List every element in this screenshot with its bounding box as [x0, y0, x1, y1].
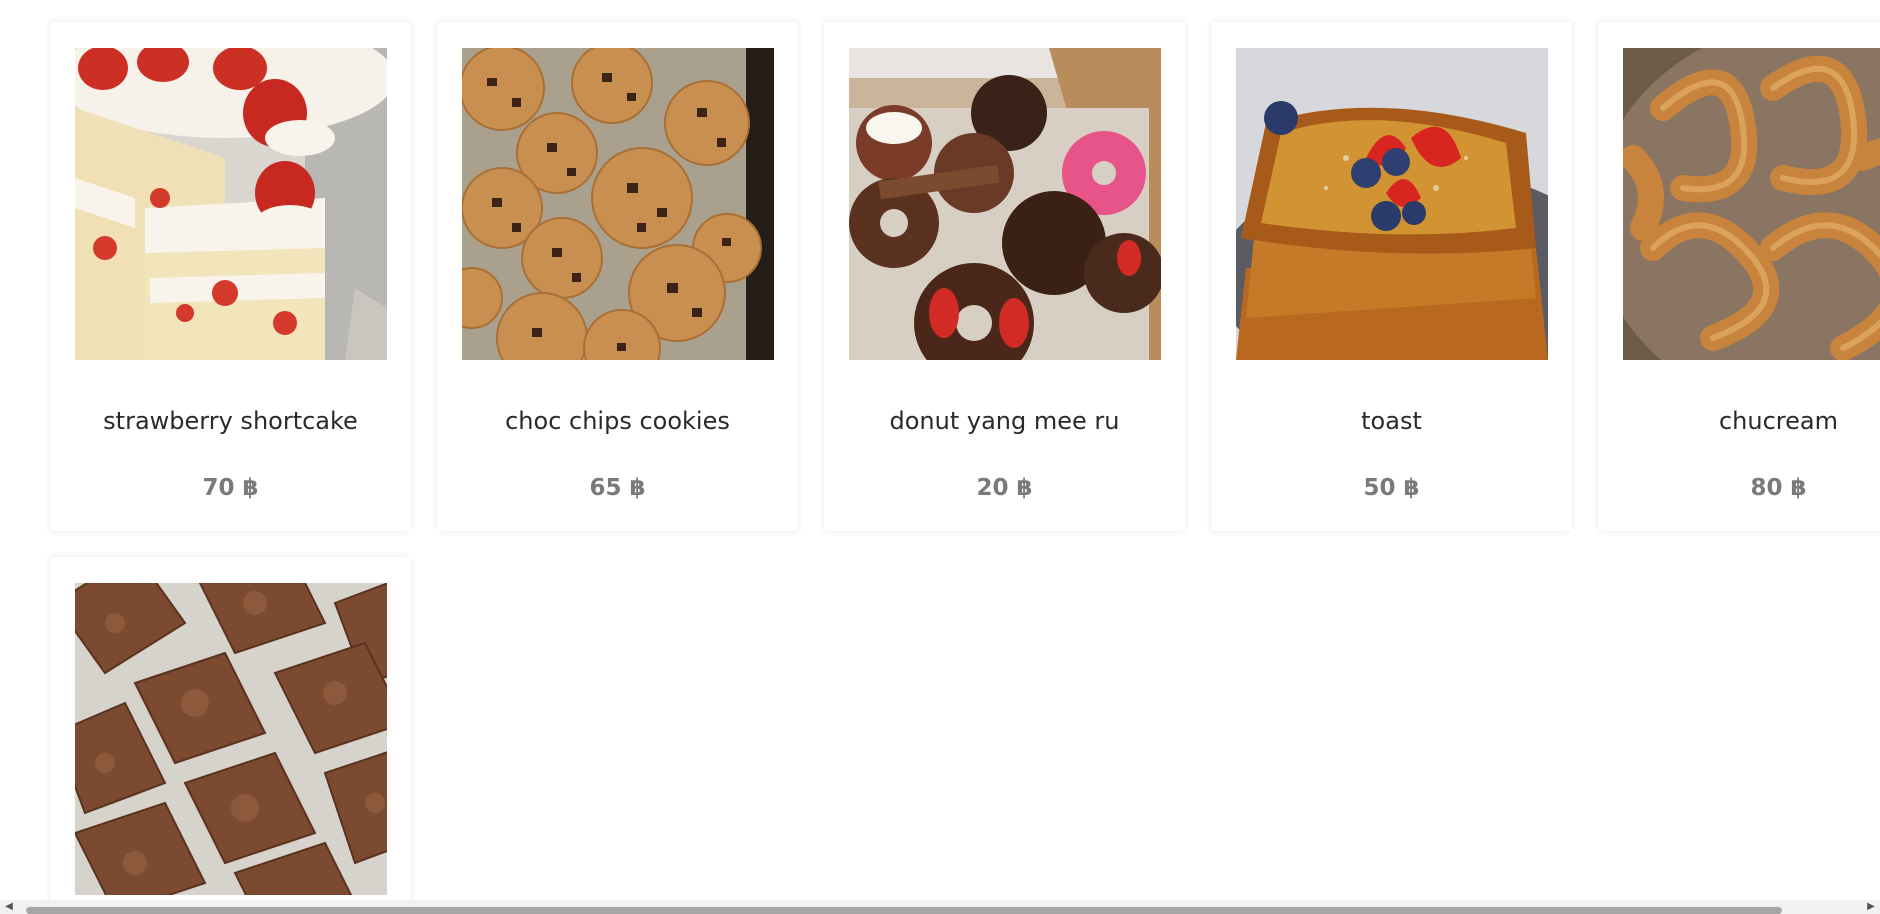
product-image[interactable] — [75, 48, 387, 360]
product-name: donut yang mee ru — [889, 407, 1120, 435]
product-price: 50 ฿ — [1363, 475, 1420, 501]
strawberry-shortcake-photo — [75, 48, 387, 360]
product-price: 80 ฿ — [1750, 475, 1807, 501]
product-card[interactable]: strawberry shortcake 70 ฿ — [50, 22, 411, 531]
product-name: chucream — [1718, 407, 1838, 435]
product-image[interactable] — [75, 583, 387, 895]
product-image[interactable] — [1623, 48, 1880, 360]
product-card[interactable]: chucream 80 ฿ — [1598, 22, 1880, 531]
product-card[interactable]: toast 50 ฿ — [1211, 22, 1572, 531]
scrollbar-thumb[interactable] — [26, 907, 1782, 914]
churros-photo — [1623, 48, 1880, 360]
french-toast-photo — [1236, 48, 1548, 360]
product-price: 20 ฿ — [976, 475, 1033, 501]
scroll-left-arrow-icon[interactable]: ◀ — [2, 902, 16, 912]
product-price: 70 ฿ — [202, 475, 259, 501]
chocolate-chip-cookies-photo — [462, 48, 774, 360]
scroll-right-arrow-icon[interactable]: ▶ — [1864, 902, 1878, 912]
product-price: 65 ฿ — [589, 475, 646, 501]
product-image[interactable] — [849, 48, 1161, 360]
product-image[interactable] — [462, 48, 774, 360]
product-card[interactable]: choc chips cookies 65 ฿ — [437, 22, 798, 531]
product-card[interactable]: donut yang mee ru 20 ฿ — [824, 22, 1185, 531]
product-name: choc chips cookies — [505, 407, 730, 435]
product-card[interactable] — [50, 557, 411, 914]
donuts-box-photo — [849, 48, 1161, 360]
product-name: strawberry shortcake — [103, 407, 358, 435]
horizontal-scrollbar[interactable]: ◀ ▶ — [0, 900, 1880, 914]
brownies-photo — [75, 583, 387, 895]
product-name: toast — [1361, 407, 1422, 435]
product-image[interactable] — [1236, 48, 1548, 360]
